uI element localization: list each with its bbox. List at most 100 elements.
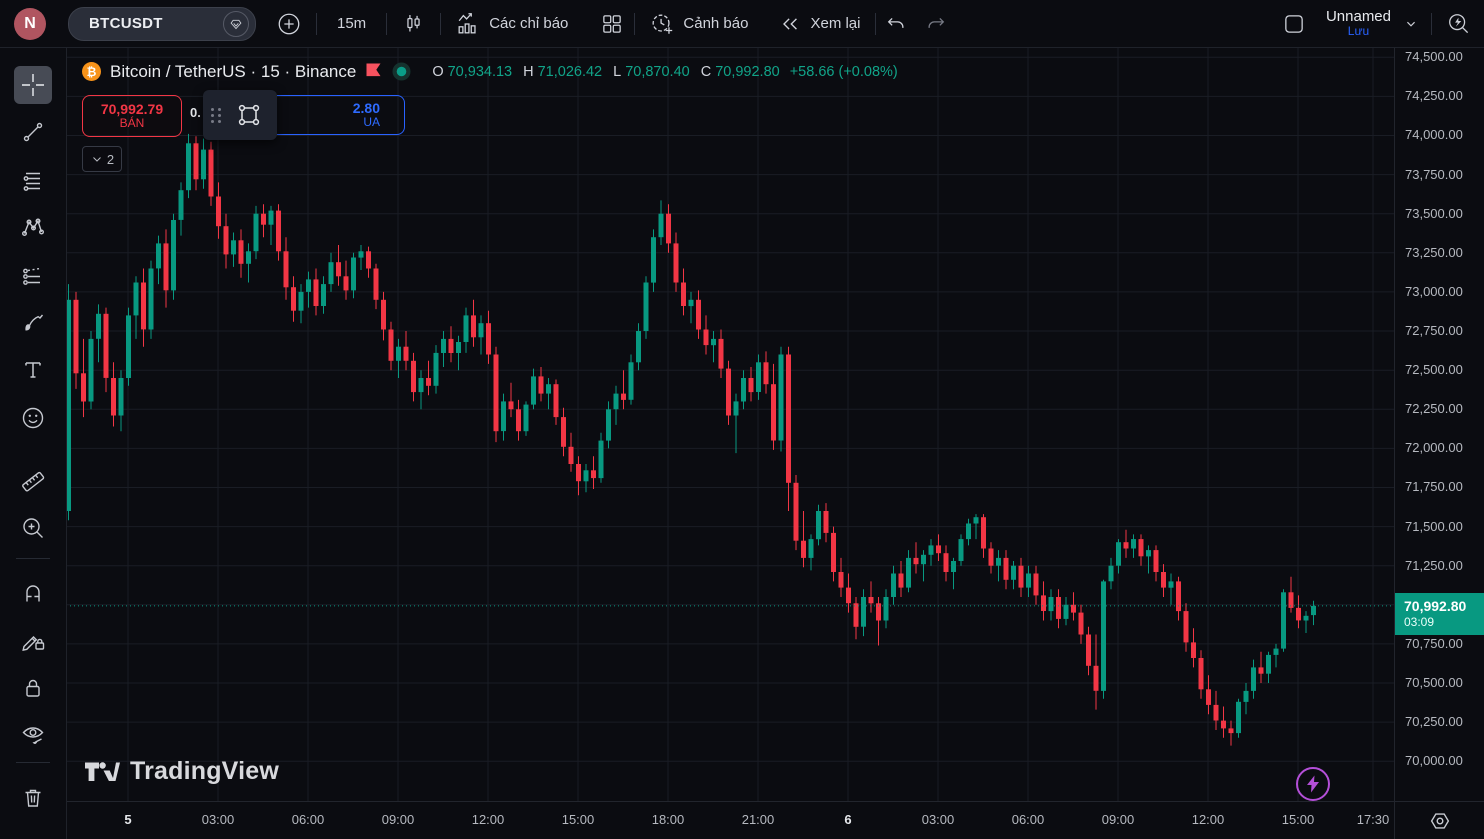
chevron-down-icon <box>93 157 101 162</box>
tool-lock-all[interactable] <box>14 669 52 707</box>
ohlc-close-value: 70,992.80 <box>715 63 780 80</box>
time-axis-label: 03:00 <box>921 812 955 827</box>
chart-style-button[interactable] <box>387 6 440 42</box>
tool-hide-drawings[interactable] <box>14 715 52 753</box>
avatar-letter: N <box>24 14 36 32</box>
tool-projection[interactable] <box>14 256 52 294</box>
ohlc-close-key: C <box>700 63 712 80</box>
spread-value: 0. <box>190 105 201 120</box>
tradingview-watermark: TradingView <box>84 757 279 786</box>
draw-lock-icon <box>22 636 45 652</box>
user-avatar[interactable]: N <box>14 7 46 40</box>
tradingview-logo-icon <box>85 762 120 781</box>
indicators-label: Các chỉ báo <box>489 15 569 32</box>
redo-button[interactable] <box>916 6 956 42</box>
tool-ruler[interactable] <box>14 462 52 500</box>
flag-icon[interactable] <box>365 62 382 81</box>
rectangle-select-tool-button[interactable] <box>234 100 264 130</box>
sell-button[interactable]: 70,992.79 BÁN <box>82 95 182 137</box>
price-axis-label: 74,250.00 <box>1405 88 1463 104</box>
compare-add-button[interactable] <box>262 6 316 42</box>
buy-label: UA <box>363 115 380 130</box>
tool-emoji[interactable] <box>14 399 52 437</box>
time-axis-label: 03:00 <box>201 812 235 827</box>
tool-remove-objects[interactable] <box>14 778 52 816</box>
toolbar-divider <box>1431 12 1432 35</box>
axis-settings-hexagon-icon <box>1430 813 1450 829</box>
drag-handle[interactable] <box>211 107 227 123</box>
interval-button[interactable]: 15m <box>317 6 386 42</box>
indicators-button[interactable]: Các chỉ báo <box>441 6 582 42</box>
tool-zoom-in[interactable] <box>14 509 52 547</box>
time-axis-label: 12:00 <box>471 812 505 827</box>
tool-brush[interactable] <box>14 303 52 341</box>
time-axis-label: 18:00 <box>651 812 685 827</box>
floating-drawing-toolbar <box>203 90 277 140</box>
replay-button[interactable]: Xem lại <box>764 6 874 42</box>
tool-text[interactable] <box>14 351 52 389</box>
quick-search-lightning-icon <box>1449 13 1469 33</box>
ohlc-low-value: 70,870.40 <box>625 63 690 80</box>
price-axis-label: 73,250.00 <box>1405 244 1463 260</box>
layout-chevron-button[interactable] <box>1401 14 1421 34</box>
symbol-search-button[interactable]: BTCUSDT <box>68 6 256 41</box>
ohlc-open-value: 70,934.13 <box>447 63 513 80</box>
ruler-icon <box>22 471 45 492</box>
price-axis-label: 74,500.00 <box>1405 49 1463 65</box>
replay-rewind-icon <box>783 17 798 30</box>
symbol-label: BTCUSDT <box>89 15 163 32</box>
price-axis-label: 72,000.00 <box>1405 440 1463 456</box>
layout-square-icon <box>1285 14 1303 33</box>
price-axis-label: 71,250.00 <box>1405 557 1463 573</box>
ohlc-change-value: +58.66 (+0.08%) <box>789 63 898 80</box>
time-axis-label: 06:00 <box>291 812 325 827</box>
symbol-diamond-icon[interactable] <box>223 10 249 37</box>
save-button[interactable]: Lưu <box>1348 24 1369 39</box>
symbol-title[interactable]: Bitcoin / TetherUS · 15 · Binance <box>110 62 356 82</box>
quick-search-button[interactable] <box>1446 11 1472 37</box>
fib-retracement-icon <box>23 172 40 191</box>
layout-name-button[interactable]: Unnamed Lưu <box>1326 8 1391 39</box>
xabcd-pattern-icon <box>22 218 45 237</box>
remove-objects-icon <box>25 789 41 807</box>
bitcoin-icon: ₿ <box>82 62 101 81</box>
tool-trend-line[interactable] <box>14 113 52 151</box>
price-axis-label: 72,750.00 <box>1405 323 1463 339</box>
time-axis-label: 09:00 <box>1101 812 1135 827</box>
rectangle-select-icon <box>238 104 260 126</box>
layout-select-button[interactable] <box>1276 6 1312 42</box>
price-axis-label: 72,250.00 <box>1405 401 1463 417</box>
lightning-mode-button[interactable] <box>1296 767 1330 801</box>
time-axis-label: 15:00 <box>561 812 595 827</box>
sell-label: BÁN <box>119 116 145 131</box>
undo-button[interactable] <box>876 6 916 42</box>
plus-circle-icon <box>278 13 300 34</box>
alert-button[interactable]: Cảnh báo <box>635 6 762 42</box>
ohlc-open-key: O <box>432 63 444 80</box>
time-axis-day-label: 5 <box>124 812 132 827</box>
price-axis[interactable]: 70,000.0070,250.0070,500.0070,750.0071,0… <box>1394 47 1484 801</box>
price-axis-label: 74,000.00 <box>1405 127 1463 143</box>
alert-clock-plus-icon <box>652 14 673 34</box>
time-axis-label: 15:00 <box>1281 812 1315 827</box>
price-axis-label: 70,500.00 <box>1405 675 1463 691</box>
tool-fib-retracement[interactable] <box>14 161 52 199</box>
market-status-dot-icon <box>392 62 411 81</box>
watermark-text: TradingView <box>130 757 280 785</box>
trend-line-icon <box>23 122 43 142</box>
ohlc-high-key: H <box>523 63 534 80</box>
tool-crosshair[interactable] <box>14 66 52 104</box>
drawing-toolbar <box>0 47 67 839</box>
legend-collapse-button[interactable]: 2 <box>82 146 122 172</box>
indicator-templates-button[interactable] <box>590 6 634 42</box>
tool-magnet[interactable] <box>14 573 52 611</box>
axis-settings-corner[interactable] <box>1394 801 1484 839</box>
top-toolbar: N BTCUSDT 15m Các chỉ báo Cảnh báo Xem l… <box>0 0 1484 48</box>
chart-canvas[interactable] <box>66 47 1394 801</box>
tool-xabcd-pattern[interactable] <box>14 208 52 246</box>
price-axis-label: 70,000.00 <box>1405 753 1463 769</box>
tool-draw-lock[interactable] <box>14 621 52 659</box>
time-axis-day-label: 6 <box>844 812 852 827</box>
text-icon <box>25 362 41 378</box>
time-axis[interactable]: 5 03:00 06:00 09:00 12:00 15:00 18:00 21:00 6 03:… <box>66 801 1394 839</box>
